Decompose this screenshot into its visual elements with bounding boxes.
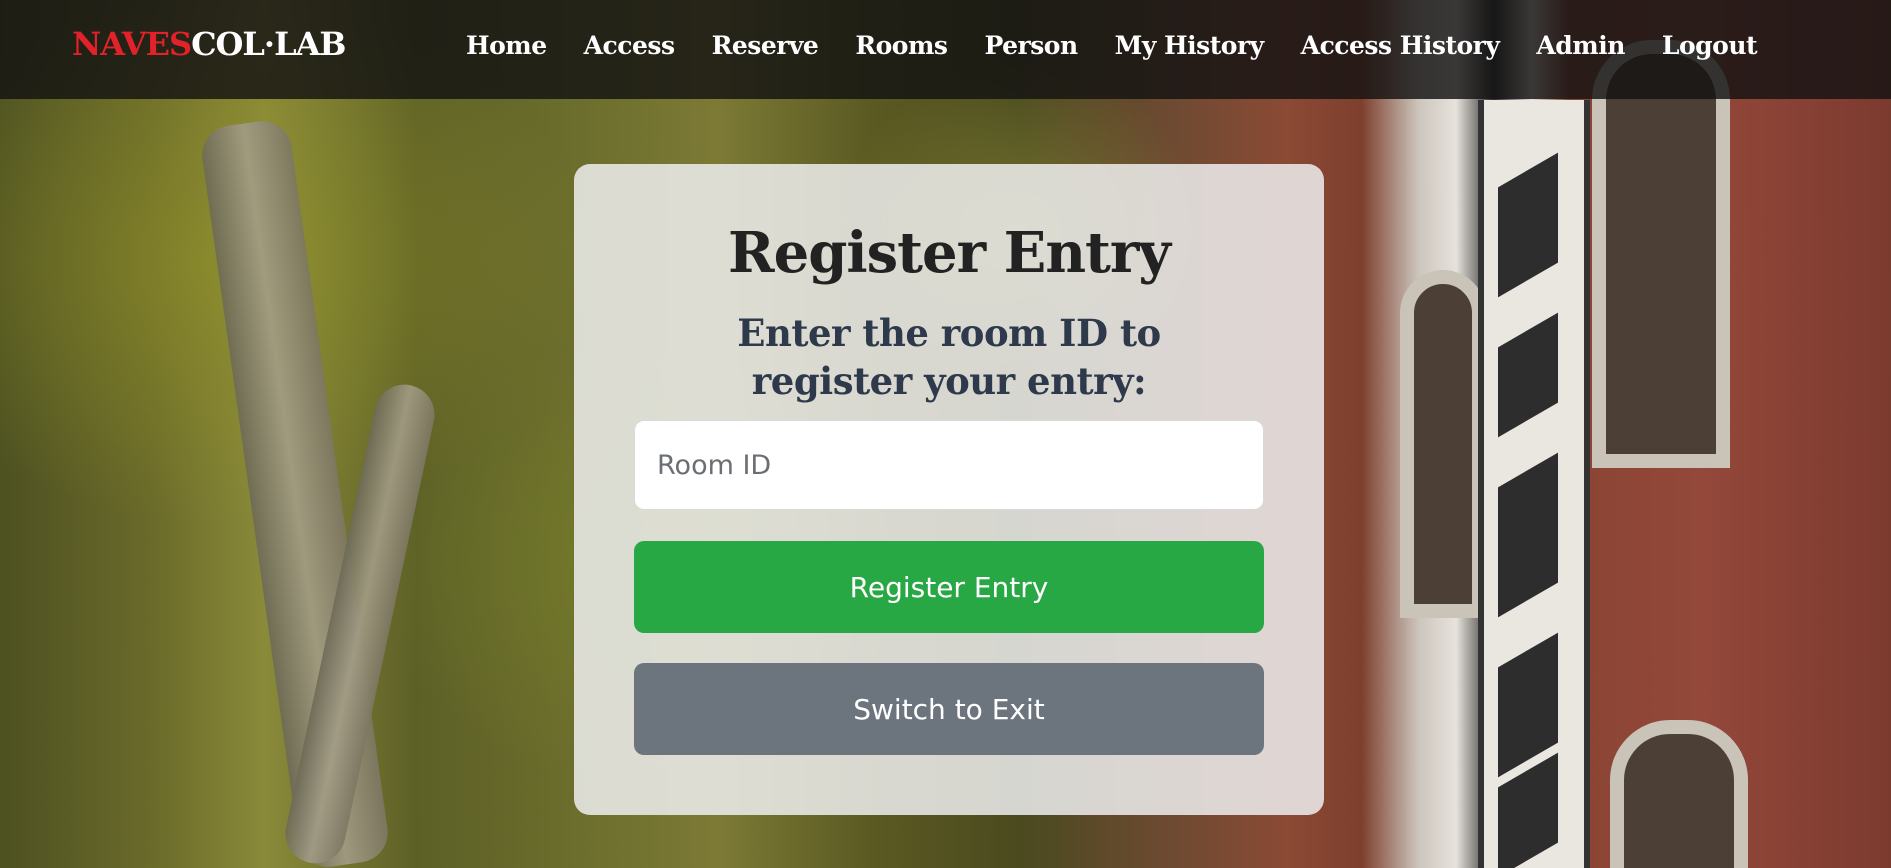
nav-home[interactable]: Home bbox=[466, 24, 547, 68]
switch-to-exit-button[interactable]: Switch to Exit bbox=[634, 663, 1264, 755]
room-id-input[interactable] bbox=[634, 420, 1264, 510]
nav-rooms[interactable]: Rooms bbox=[855, 24, 948, 68]
register-entry-card: Register Entry Enter the room ID to regi… bbox=[574, 164, 1324, 815]
brand-logo[interactable]: NAVESCOL·LAB bbox=[72, 22, 346, 67]
nav-access[interactable]: Access bbox=[584, 24, 675, 68]
nav-reserve[interactable]: Reserve bbox=[712, 24, 819, 68]
building-window-decoration bbox=[1610, 720, 1748, 868]
brand-logo-part2: COL·LAB bbox=[191, 25, 346, 63]
nav-my-history[interactable]: My History bbox=[1115, 24, 1265, 68]
nav-admin[interactable]: Admin bbox=[1536, 24, 1625, 68]
page-title: Register Entry bbox=[728, 220, 1171, 286]
register-entry-button[interactable]: Register Entry bbox=[634, 541, 1264, 633]
nav-access-history[interactable]: Access History bbox=[1301, 24, 1500, 68]
brand-logo-part1: NAVES bbox=[72, 25, 192, 63]
building-window-decoration bbox=[1592, 40, 1730, 468]
top-navbar: NAVESCOL·LAB Home Access Reserve Rooms P… bbox=[0, 0, 1891, 99]
nav-logout[interactable]: Logout bbox=[1662, 24, 1758, 68]
main-nav: Home Access Reserve Rooms Person My Hist… bbox=[466, 24, 1794, 68]
nav-person[interactable]: Person bbox=[985, 24, 1079, 68]
card-subtitle: Enter the room ID to register your entry… bbox=[737, 311, 1161, 403]
building-window-decoration bbox=[1400, 270, 1486, 618]
